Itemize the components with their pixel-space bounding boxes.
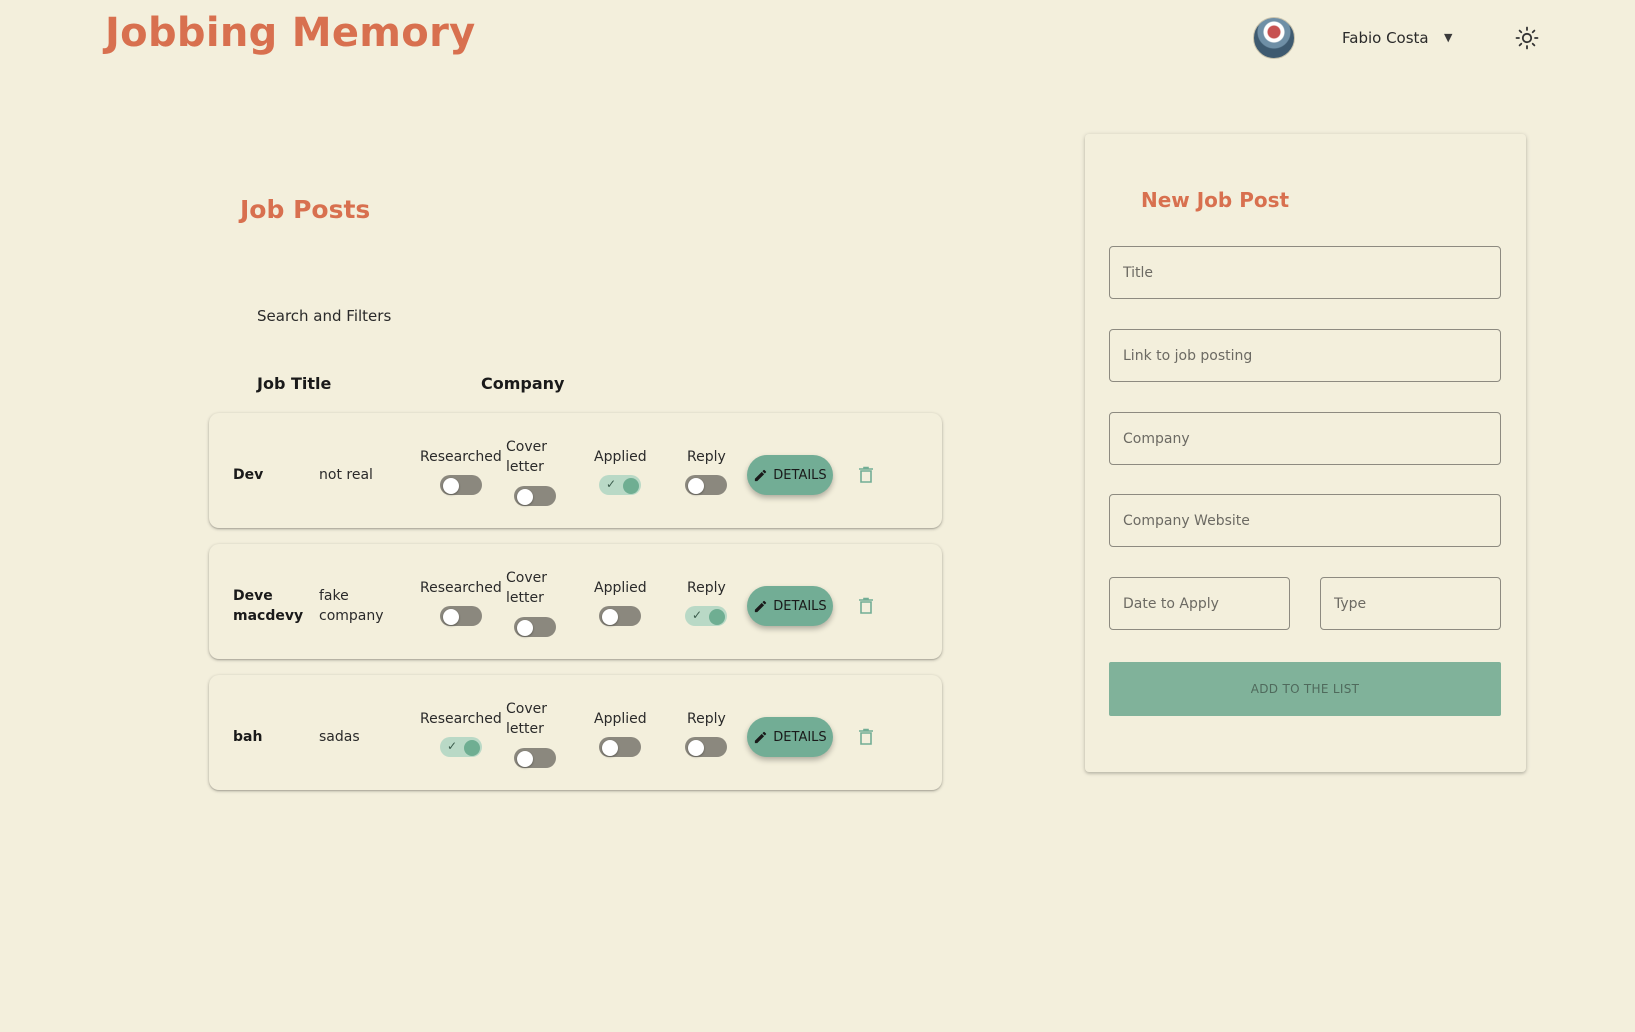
applied-switch[interactable]: ✓ [599,737,641,757]
new-job-post-panel: New Job Post ADD TO THE LIST [1085,134,1526,772]
switch-knob [517,620,533,636]
trash-icon[interactable] [858,466,874,484]
details-button-label: DETAILS [773,467,827,483]
check-icon: ✓ [447,739,458,753]
job-company: not real [319,467,373,483]
company-website-input[interactable] [1109,494,1501,547]
cover-letter-label-line1: Cover [506,439,547,455]
pencil-icon [755,469,767,481]
job-link-input[interactable] [1109,329,1501,382]
applied-switch[interactable]: ✓ [599,475,641,495]
researched-switch[interactable]: ✓ [440,606,482,626]
reply-label: Reply [687,449,726,465]
job-title: Deve macdevy [233,586,303,626]
job-company-line1: fake [319,588,349,604]
cover-letter-label: Cover letter [506,699,547,739]
researched-label: Researched [420,580,502,596]
reply-switch[interactable]: ✓ [685,606,727,626]
job-post-card: Dev not real Researched ✓ Coverletter ✓ … [209,413,942,528]
applied-label: Applied [594,449,647,465]
add-to-list-button[interactable]: ADD TO THE LIST [1109,662,1501,716]
details-button[interactable]: DETAILS [747,455,833,495]
type-input[interactable] [1320,577,1501,630]
cover-letter-label-line2: letter [506,590,544,606]
check-icon: ✓ [692,608,703,622]
job-title: Dev [233,467,264,483]
details-button-label: DETAILS [773,729,827,745]
switch-knob [602,609,618,625]
company-input[interactable] [1109,412,1501,465]
job-title: bah [233,729,263,745]
job-title-line1: Deve [233,588,273,604]
pencil-icon [755,731,767,743]
switch-knob [709,609,725,625]
cover-letter-label-line2: letter [506,459,544,475]
avatar[interactable] [1253,17,1295,59]
cover-letter-label-line2: letter [506,721,544,737]
search-and-filters-toggle[interactable]: Search and Filters [257,307,391,325]
cover-letter-label-line1: Cover [506,570,547,586]
switch-knob [443,609,459,625]
researched-label: Researched [420,449,502,465]
job-posts-title: Job Posts [240,195,371,224]
reply-switch[interactable]: ✓ [685,475,727,495]
switch-knob [688,740,704,756]
title-input[interactable] [1109,246,1501,299]
switch-knob [602,740,618,756]
user-menu-name[interactable]: Fabio Costa [1342,29,1429,47]
column-header-job-title: Job Title [257,374,332,393]
switch-knob [517,751,533,767]
job-company: fake company [319,586,384,626]
cover-letter-label-line1: Cover [506,701,547,717]
details-button-label: DETAILS [773,598,827,614]
job-title-line2: macdevy [233,608,304,624]
reply-label: Reply [687,580,726,596]
switch-knob [464,740,480,756]
details-button[interactable]: DETAILS [747,586,833,626]
app-title: Jobbing Memory [105,10,476,56]
sun-icon[interactable] [1515,26,1539,50]
caret-down-icon[interactable]: ▼ [1444,31,1452,44]
reply-switch[interactable]: ✓ [685,737,727,757]
switch-knob [623,478,639,494]
switch-knob [688,478,704,494]
cover-letter-switch[interactable]: ✓ [514,748,556,768]
check-icon: ✓ [606,477,617,491]
job-post-card: bah sadas Researched ✓ Cover letter ✓ App… [209,675,942,790]
page: Jobbing Memory Fabio Costa ▼ Job Posts S… [0,0,1635,1032]
trash-icon[interactable] [858,597,874,615]
column-header-company: Company [481,374,565,393]
trash-icon[interactable] [858,728,874,746]
applied-label: Applied [594,580,647,596]
job-post-card: Deve macdevy fake company Researched ✓ Cov… [209,544,942,659]
applied-label: Applied [594,711,647,727]
pencil-icon [755,600,767,612]
switch-knob [443,478,459,494]
switch-knob [517,489,533,505]
job-company-line2: company [319,608,384,624]
researched-switch[interactable]: ✓ [440,475,482,495]
cover-letter-switch[interactable]: ✓ [514,486,556,506]
new-job-post-title: New Job Post [1141,188,1290,212]
applied-switch[interactable]: ✓ [599,606,641,626]
job-company: sadas [319,729,360,745]
researched-switch[interactable]: ✓ [440,737,482,757]
details-button[interactable]: DETAILS [747,717,833,757]
reply-label: Reply [687,711,726,727]
cover-letter-label: Cover letter [506,568,547,608]
researched-label: Researched [420,711,502,727]
date-to-apply-input[interactable] [1109,577,1290,630]
cover-letter-switch[interactable]: ✓ [514,617,556,637]
cover-letter-label: Cover letter [506,437,547,477]
